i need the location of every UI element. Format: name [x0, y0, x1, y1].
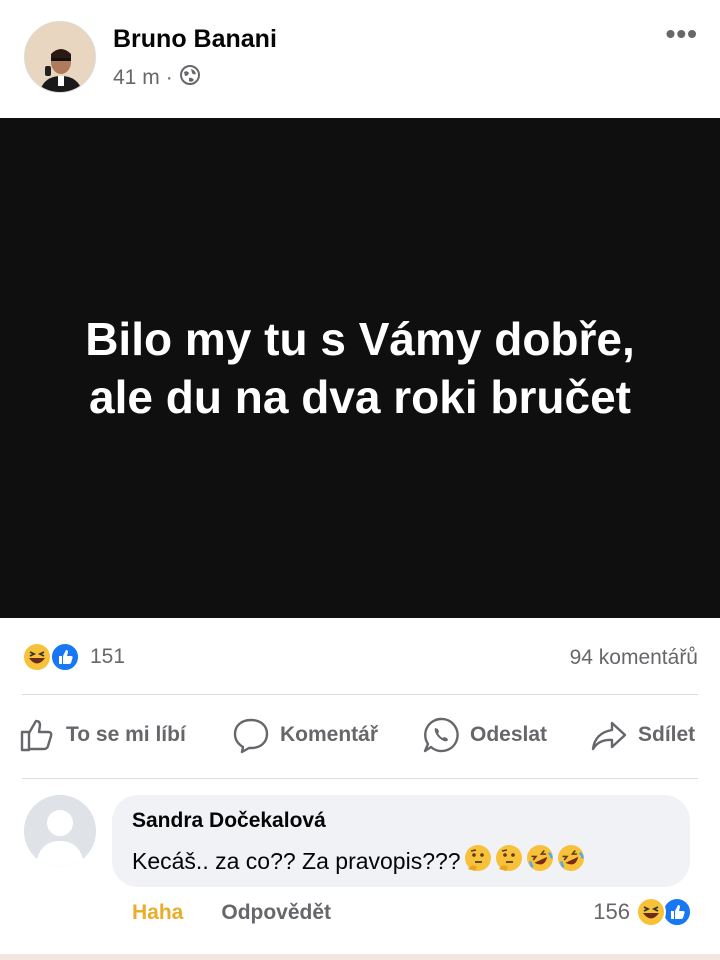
- comment-reply-button[interactable]: Odpovědět: [221, 901, 331, 925]
- comments-count[interactable]: 94 komentářů: [570, 646, 698, 670]
- meta-separator: ·: [165, 66, 173, 89]
- post-text-line-2: ale du na dva roki bručet: [89, 371, 631, 423]
- haha-icon: [22, 642, 52, 677]
- send-button[interactable]: Odeslat: [422, 716, 547, 754]
- comment-reaction-icons: [636, 897, 692, 927]
- rolling-laughing-face-icon: [525, 843, 555, 879]
- share-arrow-icon: [590, 716, 628, 754]
- reaction-count: 151: [90, 645, 126, 668]
- comment-button[interactable]: Komentář: [232, 716, 378, 754]
- like-icon: [50, 642, 80, 677]
- author-avatar[interactable]: [24, 21, 96, 93]
- commenter-avatar[interactable]: [24, 795, 96, 867]
- commenter-name[interactable]: Sandra Dočekalová: [132, 809, 326, 833]
- comment-bubble-icon: [232, 716, 270, 754]
- comment-actions: Haha Odpovědět: [132, 901, 331, 925]
- post-header: Bruno Banani 41 m · •••: [0, 0, 720, 118]
- post-image[interactable]: Bilo my tu s Vámy dobře, ale du na dva r…: [0, 118, 720, 618]
- bottom-strip: [0, 954, 720, 960]
- comment-button-label: Komentář: [280, 723, 379, 746]
- comment-reaction-count: 156: [593, 899, 630, 924]
- like-button-label: To se mi líbí: [66, 723, 186, 746]
- post-meta: 41 m ·: [113, 64, 201, 92]
- thinking-face-icon: [463, 843, 493, 879]
- thinking-face-icon: [494, 843, 524, 879]
- share-button-label: Sdílet: [638, 723, 696, 746]
- comment-text: Kecáš.. za co?? Za pravopis???: [132, 843, 586, 879]
- rolling-laughing-face-icon: [556, 843, 586, 879]
- post-author-name[interactable]: Bruno Banani: [113, 25, 277, 54]
- like-button[interactable]: To se mi líbí: [18, 716, 186, 754]
- post-actions: To se mi líbí Komentář Odeslat Sdílet: [0, 696, 720, 778]
- post-stats: 151 94 komentářů: [0, 618, 720, 694]
- comment: Sandra Dočekalová Kecáš.. za co?? Za pra…: [0, 779, 720, 949]
- comment-haha-button[interactable]: Haha: [132, 901, 183, 925]
- comment-emojis: [463, 843, 586, 879]
- whatsapp-icon: [422, 716, 460, 754]
- post-time[interactable]: 41 m: [113, 66, 160, 90]
- globe-icon: [179, 64, 201, 92]
- thumbs-up-icon: [18, 716, 56, 754]
- reactions-summary[interactable]: 151: [22, 642, 125, 672]
- haha-icon: [636, 897, 666, 933]
- post-image-text: Bilo my tu s Vámy dobře, ale du na dva r…: [20, 310, 700, 426]
- post-text-line-1: Bilo my tu s Vámy dobře,: [85, 313, 635, 365]
- comment-bubble: Sandra Dočekalová Kecáš.. za co?? Za pra…: [112, 795, 690, 887]
- divider: [22, 694, 698, 695]
- like-icon: [662, 897, 692, 933]
- share-button[interactable]: Sdílet: [590, 716, 695, 754]
- comment-reactions[interactable]: 156: [593, 897, 692, 927]
- send-button-label: Odeslat: [470, 723, 548, 746]
- comment-text-body: Kecáš.. za co?? Za pravopis???: [132, 847, 461, 874]
- more-options-icon[interactable]: •••: [666, 18, 698, 50]
